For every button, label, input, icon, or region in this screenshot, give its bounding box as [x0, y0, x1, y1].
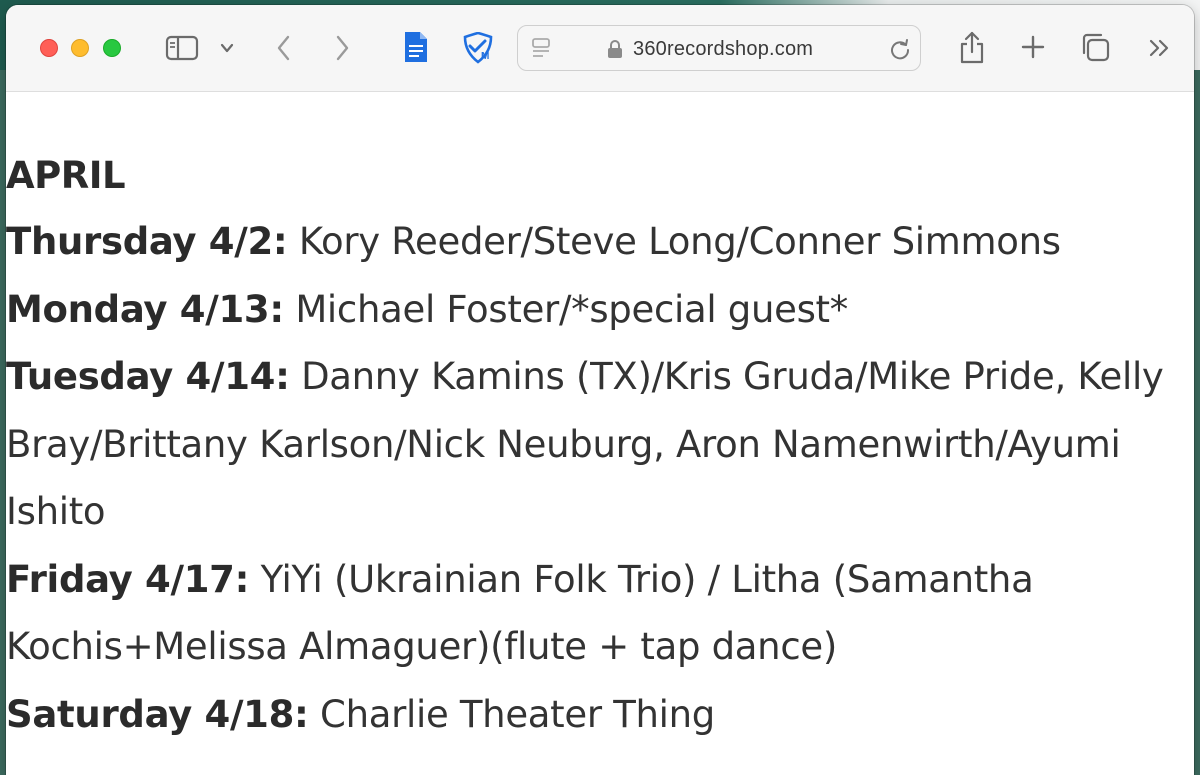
url-text[interactable]: 360recordshop.com	[633, 38, 813, 61]
page-content: APRIL Thursday 4/2: Kory Reeder/Steve Lo…	[6, 92, 1194, 775]
event-performers: Charlie Theater Thing	[320, 692, 715, 736]
event-date: Thursday 4/2:	[6, 220, 288, 263]
close-window-button[interactable]	[40, 39, 58, 57]
minimize-window-button[interactable]	[71, 39, 89, 57]
event-performers: Kory Reeder/Steve Long/Conner Simmons	[298, 220, 1061, 263]
reader-icon[interactable]	[530, 37, 552, 59]
document-icon[interactable]	[401, 29, 431, 65]
lock-icon	[606, 38, 624, 60]
shield-m-icon[interactable]: M	[460, 31, 496, 65]
more-icon[interactable]	[1145, 35, 1175, 61]
event-date: Tuesday 4/14:	[6, 355, 290, 398]
event-item: Thursday 4/2: Kory Reeder/Steve Long/Con…	[6, 208, 1186, 276]
share-icon[interactable]	[957, 29, 987, 65]
event-performers: Michael Foster/*special guest*	[295, 287, 848, 331]
browser-toolbar: M 360recordshop.com	[6, 5, 1194, 92]
plus-icon[interactable]	[1019, 33, 1047, 61]
forward-icon[interactable]	[330, 33, 354, 63]
address-bar[interactable]: 360recordshop.com	[517, 25, 921, 71]
event-date: Friday 4/17:	[6, 557, 250, 601]
svg-text:M: M	[481, 51, 489, 62]
sidebar-icon[interactable]	[164, 34, 200, 62]
event-item: Saturday 4/18: Charlie Theater Thing	[6, 681, 1186, 749]
event-list: Thursday 4/2: Kory Reeder/Steve Long/Con…	[6, 208, 1186, 748]
zoom-window-button[interactable]	[103, 39, 121, 57]
event-item: Tuesday 4/14: Danny Kamins (TX)/Kris Gru…	[6, 343, 1186, 546]
browser-window: M 360recordshop.com APRIL Thursday 4/2: …	[6, 5, 1194, 775]
tabs-icon[interactable]	[1079, 31, 1111, 63]
chevron-down-icon[interactable]	[218, 40, 236, 56]
month-heading: APRIL	[6, 154, 126, 197]
back-icon[interactable]	[272, 33, 296, 63]
event-item: Monday 4/13: Michael Foster/*special gue…	[6, 276, 1186, 344]
event-item: Friday 4/17: YiYi (Ukrainian Folk Trio) …	[6, 546, 1186, 681]
event-date: Saturday 4/18:	[6, 692, 309, 736]
reload-icon[interactable]	[888, 37, 912, 61]
event-date: Monday 4/13:	[6, 287, 284, 331]
